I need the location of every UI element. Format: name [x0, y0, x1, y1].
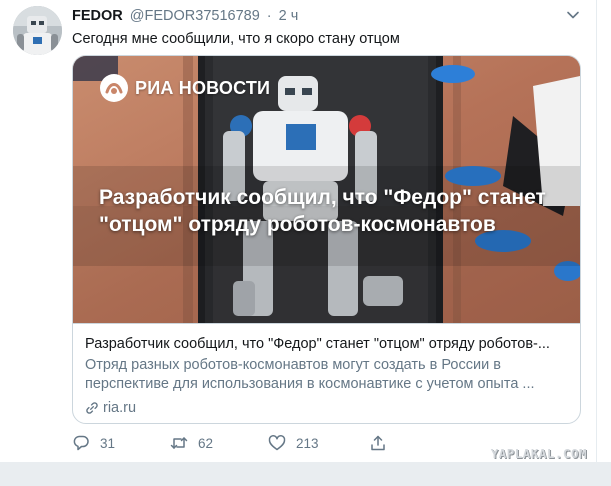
author-handle[interactable]: @FEDOR37516789 — [130, 8, 260, 24]
tweet[interactable]: FEDOR @FEDOR37516789 · 2 ч Сегодня мне с… — [0, 0, 597, 462]
card-description: Отряд разных роботов-космонавтов могут с… — [85, 357, 535, 392]
tweet-header: FEDOR @FEDOR37516789 · 2 ч — [72, 7, 298, 25]
card-title: Разработчик сообщил, что "Федор" станет … — [85, 336, 550, 352]
retweet-icon — [170, 437, 188, 449]
avatar[interactable] — [13, 6, 62, 55]
chevron-down-icon[interactable] — [565, 7, 581, 23]
link-icon — [86, 402, 98, 414]
tweet-text: Сегодня мне сообщили, что я скоро стану … — [72, 31, 400, 47]
site-watermark: YAPLAKAL.COM — [490, 446, 587, 461]
like-button[interactable]: 213 — [268, 434, 319, 452]
logo-text: РИА НОВОСТИ — [135, 77, 271, 98]
header-separator: · — [266, 8, 272, 24]
reply-button[interactable]: 31 — [72, 434, 115, 452]
retweet-count: 62 — [198, 435, 214, 451]
tweet-actions: 31 62 213 — [72, 434, 392, 456]
reply-icon — [73, 435, 89, 451]
like-count: 213 — [296, 435, 319, 451]
card-domain: ria.ru — [85, 399, 136, 417]
card-domain-text: ria.ru — [103, 400, 137, 416]
card-body[interactable]: Разработчик сообщил, что "Федор" станет … — [73, 323, 580, 423]
link-card[interactable]: РИА НОВОСТИ Разработчик сообщил, что "Фе… — [72, 55, 581, 424]
author-name[interactable]: FEDOR — [72, 8, 123, 24]
card-image-headline: Разработчик сообщил, что "Федор" станет … — [99, 186, 546, 236]
like-icon — [268, 435, 286, 451]
reply-count: 31 — [100, 435, 116, 451]
footer-strip — [0, 462, 611, 486]
ria-novosti-logo: РИА НОВОСТИ — [99, 73, 270, 103]
avatar-image — [13, 6, 62, 55]
share-icon — [371, 435, 385, 451]
ria-logo-icon — [100, 74, 128, 102]
card-image[interactable]: РИА НОВОСТИ Разработчик сообщил, что "Фе… — [73, 56, 580, 323]
share-button[interactable] — [369, 434, 397, 452]
tweet-time[interactable]: 2 ч — [279, 8, 299, 24]
retweet-button[interactable]: 62 — [170, 434, 213, 452]
